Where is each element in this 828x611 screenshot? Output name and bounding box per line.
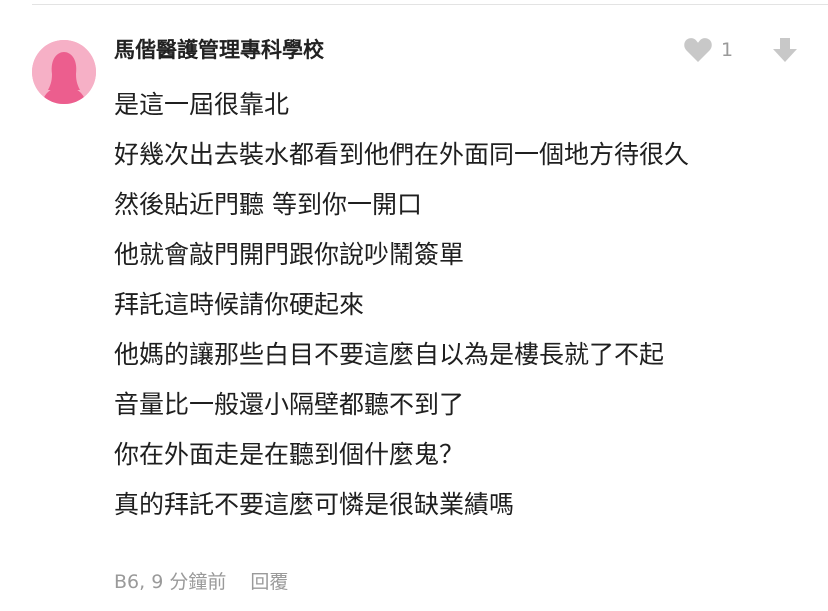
comment-line: 是這一屆很靠北 — [114, 90, 290, 119]
comment-meta: B6, 9 分鐘前 — [114, 570, 227, 593]
arrow-down-icon — [773, 38, 797, 62]
comment-line: 然後貼近門聽 等到你一開口 — [114, 190, 422, 219]
like-count: 1 — [721, 39, 734, 61]
comment-line: 你在外面走是在聽到個什麼鬼？ — [114, 440, 465, 469]
like-button[interactable]: 1 — [683, 36, 733, 64]
comment-footer: B6, 9 分鐘前 回覆 — [114, 565, 288, 595]
author-name[interactable]: 馬偕醫護管理專科學校 — [114, 36, 324, 64]
comment-line: 他就會敲門開門跟你說吵鬧簽單 — [114, 240, 465, 269]
avatar[interactable] — [32, 40, 96, 104]
comment-line: 好幾次出去裝水都看到他們在外面同一個地方待很久 — [114, 140, 690, 169]
reply-button[interactable]: 回覆 — [250, 567, 288, 594]
comment-body: 是這一屆很靠北 好幾次出去裝水都看到他們在外面同一個地方待很久 然後貼近門聽 等… — [114, 80, 814, 530]
comment-line: 音量比一般還小隔壁都聽不到了 — [114, 390, 465, 419]
comment-line: 他媽的讓那些白目不要這麼自以為是樓長就了不起 — [114, 340, 665, 369]
heart-icon — [684, 38, 712, 62]
female-silhouette-avatar-icon — [32, 40, 96, 104]
dislike-button[interactable] — [771, 36, 799, 64]
comment-line: 真的拜託不要這麼可憐是很缺業績嗎 — [114, 490, 515, 519]
comment-line: 拜託這時候請你硬起來 — [114, 290, 365, 319]
top-divider — [32, 4, 828, 5]
